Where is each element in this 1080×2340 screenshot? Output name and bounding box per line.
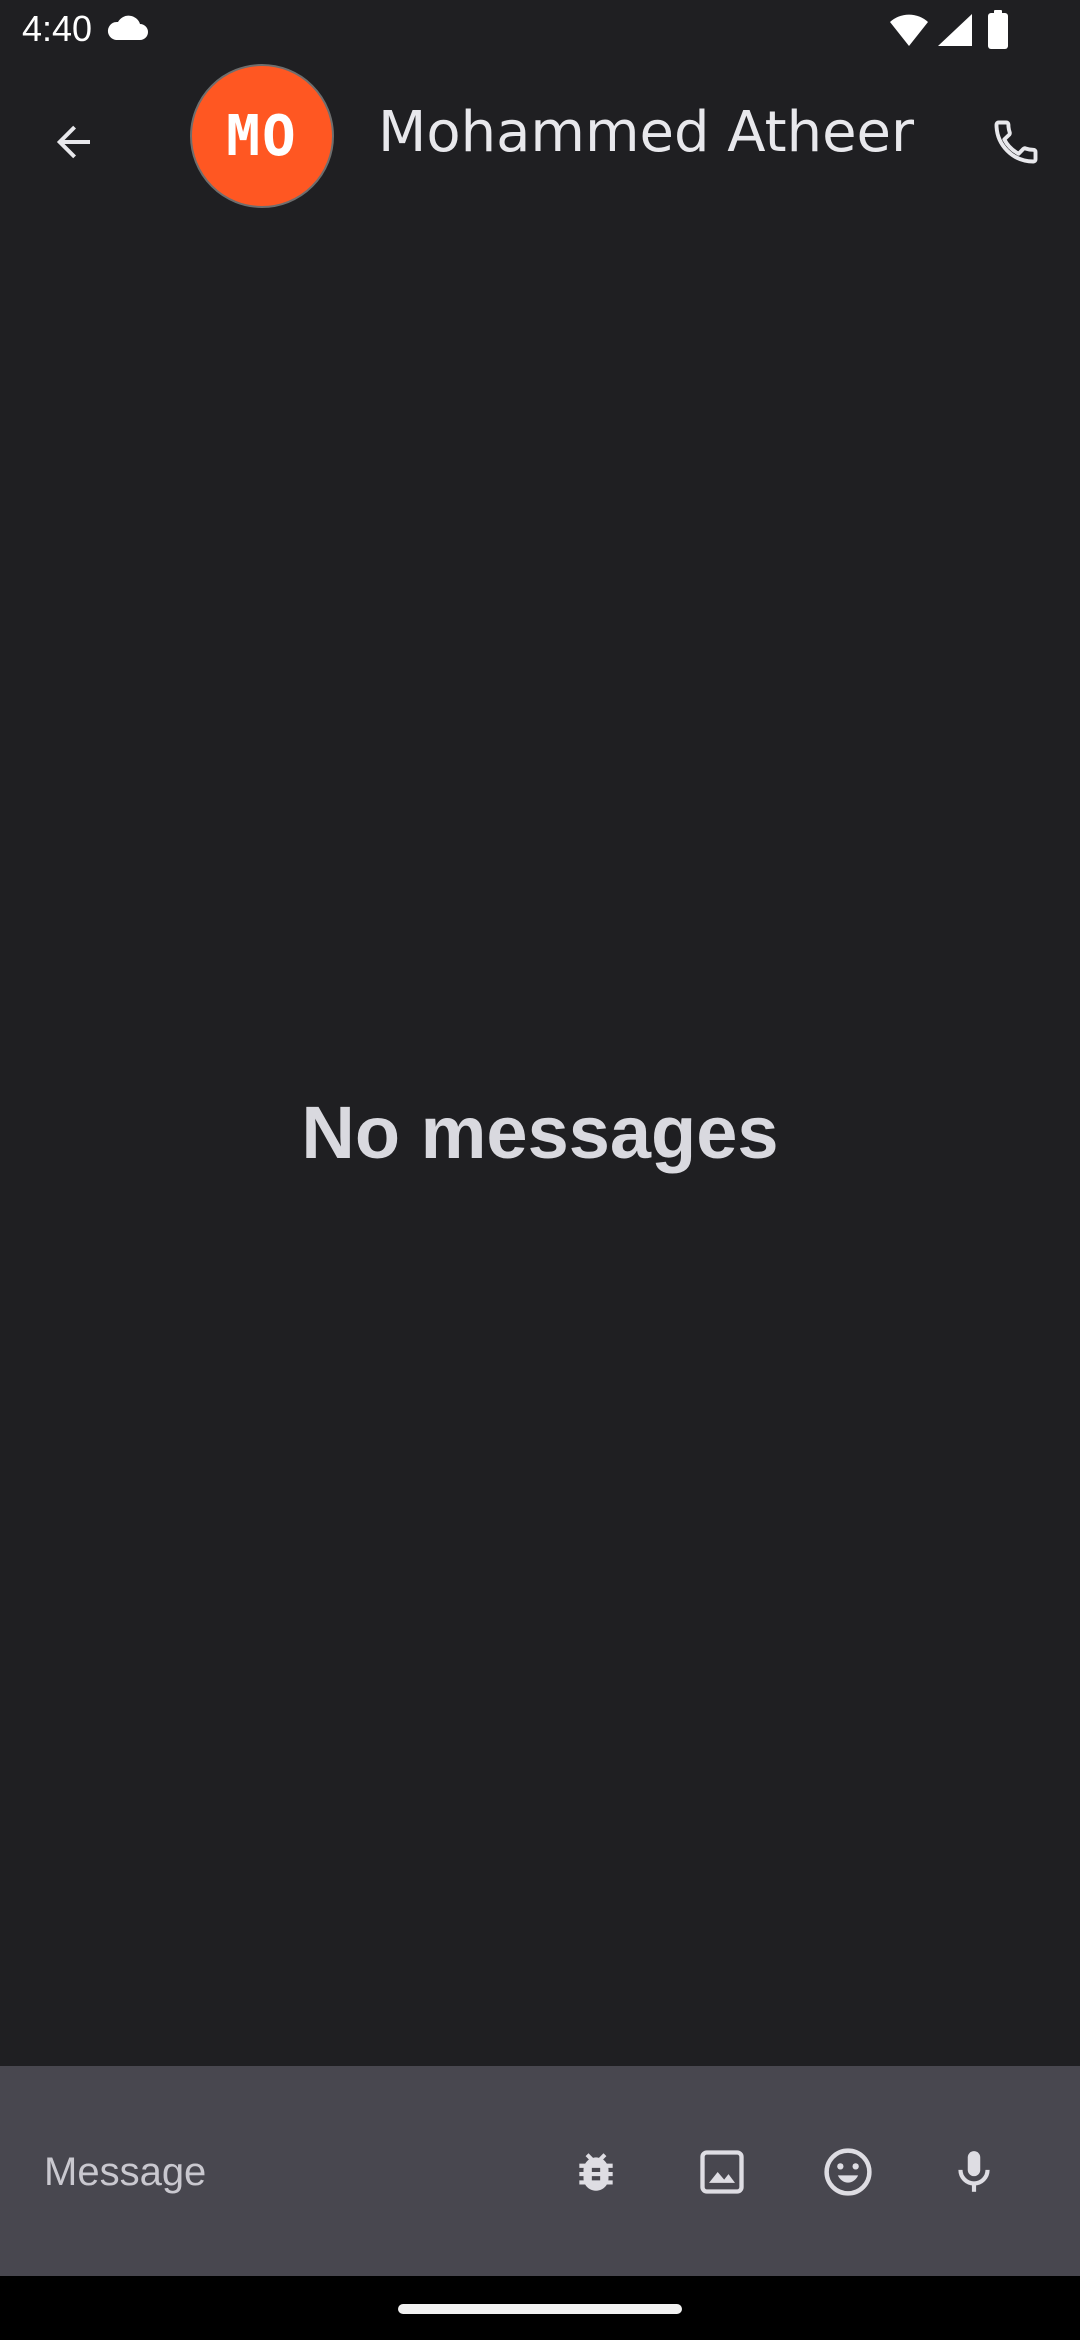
- conversation-screen: 4:40 MO Mohammed Atheer No messages Mess…: [0, 0, 1080, 2340]
- message-input[interactable]: [42, 2136, 526, 2208]
- contact-name[interactable]: Mohammed Atheer: [378, 100, 914, 165]
- status-time: 4:40: [22, 8, 93, 49]
- voice-record-button[interactable]: [936, 2134, 1012, 2210]
- message-composer: [0, 2066, 1080, 2276]
- arrow-back-icon: [56, 125, 90, 159]
- bug-report-button[interactable]: [558, 2134, 634, 2210]
- cloud-icon: [107, 15, 148, 40]
- home-indicator[interactable]: [398, 2304, 682, 2314]
- navigation-bar: [0, 2276, 1080, 2340]
- microphone-icon: [958, 2151, 990, 2192]
- back-button[interactable]: [34, 102, 114, 182]
- attach-image-button[interactable]: [684, 2134, 760, 2210]
- avatar-initials: MO: [226, 103, 298, 169]
- wifi-icon: [890, 14, 928, 46]
- conversation-header: MO Mohammed Atheer: [0, 64, 1080, 208]
- phone-icon: [994, 120, 1038, 164]
- emoji-icon: [824, 2148, 872, 2196]
- empty-state-text: No messages: [301, 1091, 779, 1174]
- call-button[interactable]: [976, 102, 1056, 182]
- image-icon: [700, 2150, 744, 2194]
- battery-icon: [988, 10, 1008, 49]
- avatar[interactable]: MO: [190, 64, 334, 208]
- status-bar: 4:40: [0, 0, 1080, 64]
- bug-icon: [579, 2153, 613, 2191]
- signal-icon: [938, 14, 972, 46]
- emoji-button[interactable]: [810, 2134, 886, 2210]
